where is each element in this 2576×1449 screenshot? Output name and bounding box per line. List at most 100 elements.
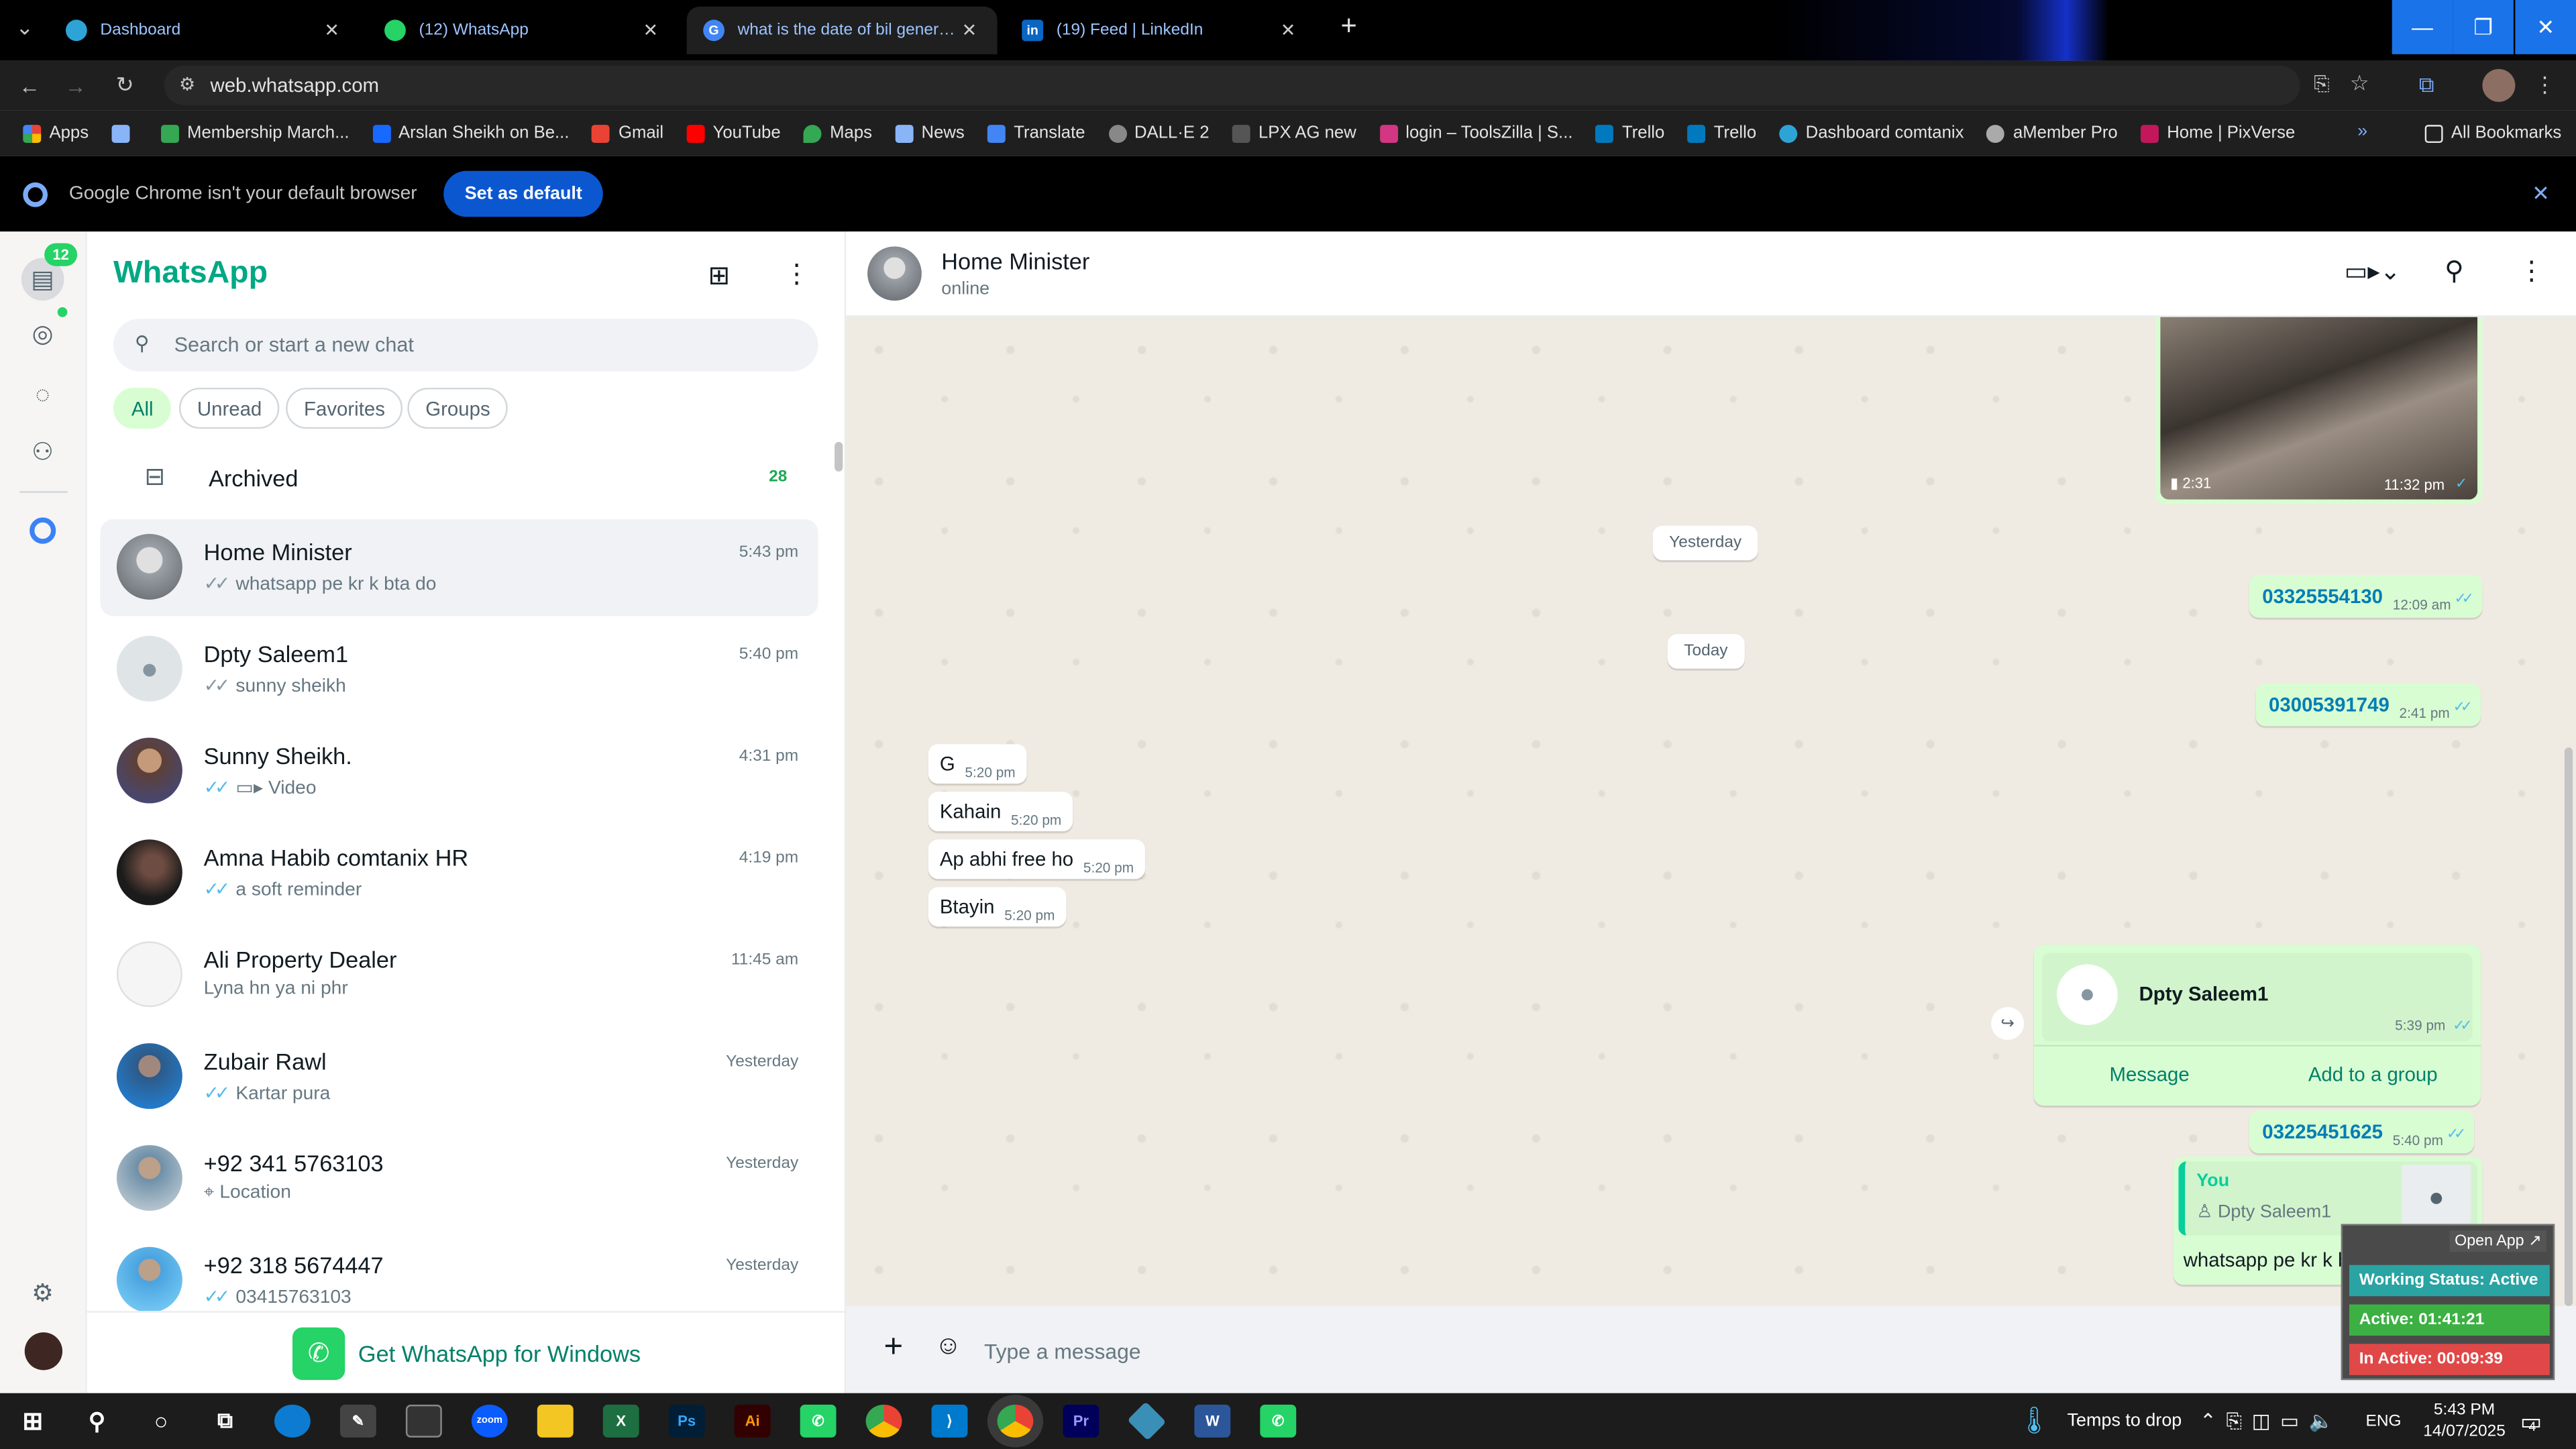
zoom-icon[interactable]: zoom	[471, 1404, 508, 1438]
search-icon[interactable]: ⚲	[79, 1405, 115, 1438]
chrome-icon[interactable]	[865, 1404, 902, 1438]
channels-icon[interactable]: ◌	[25, 376, 61, 413]
chat-item-home-minister[interactable]: Home Minister ✓✓ whatsapp pe kr k bta do…	[100, 519, 818, 616]
outgoing-message[interactable]: 03005391749 2:41 pm ✓✓	[2255, 683, 2481, 727]
bookmark-maps[interactable]: Maps	[803, 123, 872, 143]
message-text[interactable]: 03005391749	[2269, 693, 2390, 716]
install-app-icon[interactable]: ⎘	[2314, 72, 2330, 97]
new-chat-icon[interactable]: ⊞	[708, 260, 731, 292]
restore-icon[interactable]: ❐	[2453, 0, 2514, 54]
extensions-icon[interactable]: ⧉	[2412, 70, 2441, 100]
profile-avatar[interactable]	[2482, 68, 2516, 102]
add-to-group-button[interactable]: Add to a group	[2308, 1063, 2438, 1085]
bookmark-translate[interactable]: Translate	[987, 123, 1085, 143]
message-text[interactable]: 03325554130	[2262, 585, 2383, 608]
video-call-icon[interactable]: ▭▸⌄	[2345, 256, 2401, 286]
premiere-icon[interactable]: Pr	[1063, 1404, 1099, 1438]
back-icon[interactable]: ←	[15, 70, 44, 100]
bookmark-dalle[interactable]: DALL·E 2	[1108, 123, 1210, 143]
bookmark-youtube[interactable]: YouTube	[686, 123, 781, 143]
chat-item-ali-property-dealer[interactable]: Ali Property Dealer Lyna hn ya ni phr 11…	[100, 926, 818, 1023]
video-message[interactable]: ▮ 2:31 11:32 pm ✓	[2155, 317, 2483, 504]
contact-avatar[interactable]	[867, 246, 922, 301]
incoming-message[interactable]: Ap abhi free ho 5:20 pm	[928, 839, 1146, 879]
word-icon[interactable]: W	[1194, 1404, 1231, 1438]
outgoing-message[interactable]: 03325554130 12:09 am ✓✓	[2249, 575, 2483, 618]
list-scrollbar[interactable]	[835, 441, 843, 472]
language-indicator[interactable]: ENG	[2366, 1393, 2402, 1449]
notification-center-icon[interactable]: ▭ 4	[2520, 1393, 2542, 1449]
filter-favorites[interactable]: Favorites	[286, 387, 403, 429]
browser-menu-icon[interactable]: ⋮	[2530, 70, 2559, 100]
communities-icon[interactable]: ⚇	[25, 434, 61, 470]
outgoing-message[interactable]: 03225451625 5:40 pm ✓✓	[2249, 1110, 2475, 1154]
message-area[interactable]: ▮ 2:31 11:32 pm ✓ Yesterday 03325554130 1…	[846, 317, 2576, 1306]
weather-widget[interactable]: 🌡 Temps to drop	[2017, 1393, 2182, 1449]
bookmark-dashboard-comtanix[interactable]: Dashboard comtanix	[1779, 123, 1964, 143]
close-icon[interactable]: ✕	[2532, 180, 2550, 207]
edge-icon[interactable]	[274, 1404, 311, 1438]
contact-card-message[interactable]: ● Dpty Saleem1 5:39 pm ✓✓ Message Add to…	[2033, 945, 2481, 1106]
settings-icon[interactable]: ⚙	[25, 1275, 61, 1311]
menu-icon[interactable]: ⋮	[2518, 255, 2544, 288]
bookmark-trello-2[interactable]: Trello	[1687, 123, 1756, 143]
search-input[interactable]: ⚲ Search or start a new chat	[113, 319, 818, 372]
site-info-icon[interactable]: ⚙	[179, 74, 195, 95]
set-as-default-button[interactable]: Set as default	[443, 170, 604, 217]
chat-item-amna-habib[interactable]: Amna Habib comtanix HR ✓✓ a soft reminde…	[100, 824, 818, 921]
clock[interactable]: 5:43 PM 14/07/2025	[2423, 1393, 2506, 1449]
windows-start-icon[interactable]: ⊞	[15, 1405, 51, 1438]
bookmark-gmail[interactable]: Gmail	[592, 123, 663, 143]
bookmark-behance[interactable]: Arslan Sheikh on Be...	[372, 123, 569, 143]
archived-row[interactable]: ⊟ Archived 28	[87, 449, 846, 508]
filter-unread[interactable]: Unread	[178, 387, 280, 429]
photoshop-icon[interactable]: Ps	[668, 1404, 705, 1438]
bookmark-toolszilla[interactable]: login – ToolsZilla | S...	[1379, 123, 1572, 143]
bookmark-lpx[interactable]: LPX AG new	[1232, 123, 1356, 143]
tab-linkedin[interactable]: in (19) Feed | LinkedIn ✕	[1006, 7, 1316, 54]
message-contact-button[interactable]: Message	[2109, 1063, 2189, 1085]
filter-groups[interactable]: Groups	[407, 387, 508, 429]
chat-item-sunny-sheikh[interactable]: Sunny Sheikh. ✓✓ ▭▸ Video 4:31 pm	[100, 723, 818, 820]
tab-whatsapp[interactable]: (12) WhatsApp ✕	[368, 7, 679, 54]
minimize-icon[interactable]: —	[2392, 0, 2453, 54]
bookmark-news[interactable]: News	[895, 123, 965, 143]
incoming-message[interactable]: Btayin 5:20 pm	[928, 887, 1067, 927]
cortana-icon[interactable]: ○	[143, 1405, 179, 1438]
illustrator-icon[interactable]: Ai	[734, 1404, 771, 1438]
address-bar[interactable]: ⚙ web.whatsapp.com ⎘ ☆	[164, 65, 2369, 105]
bookmark-amember[interactable]: aMember Pro	[1986, 123, 2118, 143]
close-icon[interactable]: ✕	[958, 19, 981, 41]
incoming-message[interactable]: G 5:20 pm	[928, 744, 1027, 784]
sticker-icon[interactable]: ☺	[934, 1332, 961, 1362]
forward-icon[interactable]: ↪	[1991, 1007, 2025, 1040]
chat-item-dpty-saleem1[interactable]: ● Dpty Saleem1 ✓✓ sunny sheikh 5:40 pm	[100, 621, 818, 718]
search-icon[interactable]: ⚲	[2445, 255, 2464, 288]
open-app-button[interactable]: Open App ↗	[2449, 1230, 2546, 1252]
bookmark-pixverse[interactable]: Home | PixVerse	[2141, 123, 2295, 143]
bookmark-star-icon[interactable]: ☆	[2350, 70, 2369, 97]
incoming-message[interactable]: Kahain 5:20 pm	[928, 792, 1073, 832]
profile-avatar[interactable]	[24, 1332, 63, 1371]
bookmark-trello-1[interactable]: Trello	[1595, 123, 1664, 143]
bookmark-grid[interactable]	[111, 123, 138, 142]
get-whatsapp-windows-link[interactable]: ✆ Get WhatsApp for Windows	[87, 1311, 847, 1393]
forward-icon[interactable]: →	[61, 70, 91, 100]
meta-ai-icon[interactable]	[30, 517, 56, 544]
reload-icon[interactable]: ↻	[110, 70, 140, 100]
explorer-icon[interactable]	[537, 1404, 574, 1438]
all-bookmarks[interactable]: All Bookmarks	[2424, 123, 2561, 143]
more-bookmarks-icon[interactable]: »	[2357, 121, 2367, 141]
chat-item-923415763103[interactable]: +92 341 5763103 ⌖ Location Yesterday	[100, 1130, 818, 1227]
system-tray-icons[interactable]: ⌃⎘◫▭🔈	[2200, 1393, 2343, 1449]
message-input[interactable]: Type a message	[961, 1322, 2555, 1378]
contact-name[interactable]: Home Minister	[941, 248, 1089, 274]
time-tracker-widget[interactable]: Open App ↗ Working Status: Active Active…	[2341, 1224, 2555, 1381]
tab-dashboard[interactable]: Dashboard ✕	[49, 7, 360, 54]
tab-google-search[interactable]: G what is the date of bil generatio ✕	[686, 6, 998, 54]
new-tab-icon[interactable]: +	[1334, 10, 1364, 42]
bookmark-apps[interactable]: Apps	[23, 123, 89, 143]
excel-icon[interactable]: X	[602, 1404, 639, 1438]
filter-all[interactable]: All	[113, 387, 172, 429]
message-text[interactable]: 03225451625	[2262, 1120, 2383, 1143]
